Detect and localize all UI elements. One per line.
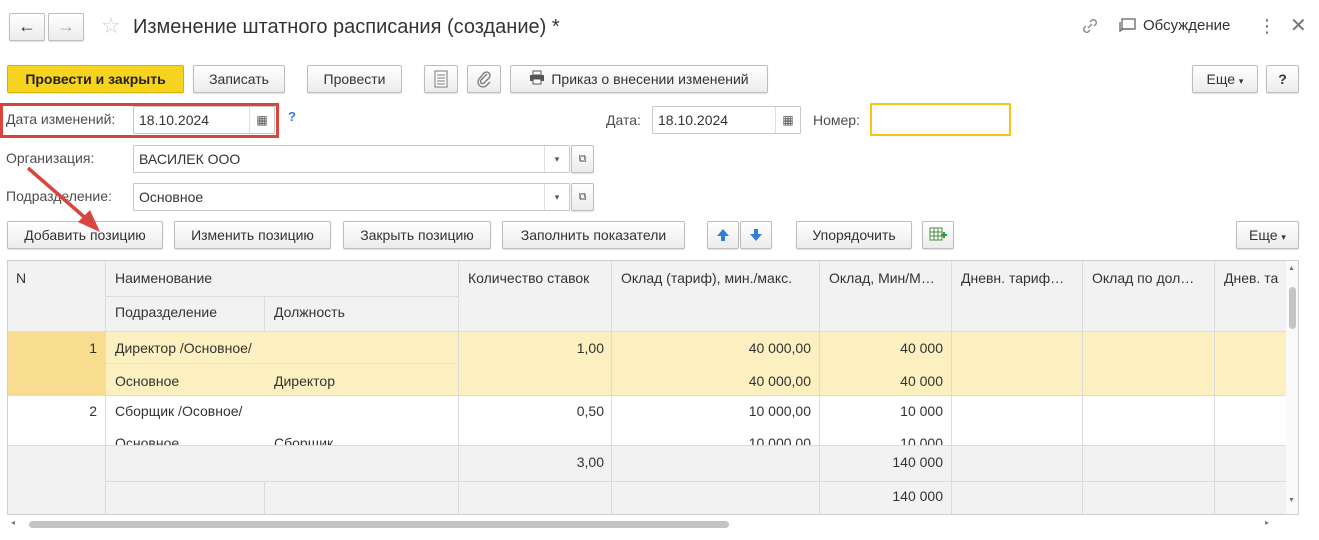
vertical-scrollbar[interactable]: ▲ ▼ — [1286, 261, 1298, 514]
row-2-name: Сборщик /Осовное/ — [115, 403, 243, 419]
table-more-label: Еще — [1249, 227, 1278, 243]
col-header-position[interactable]: Должность — [274, 302, 454, 322]
help-button[interactable]: ? — [1266, 65, 1299, 93]
calendar-icon[interactable]: ▦ — [775, 107, 800, 133]
printer-icon — [529, 67, 545, 93]
forward-button[interactable]: → — [48, 13, 84, 41]
arrow-down-icon — [750, 229, 762, 241]
col-header-daily-short[interactable]: Днев. та — [1224, 268, 1286, 288]
row-1-rates: 1,00 — [576, 340, 604, 356]
date-field[interactable]: 18.10.2024 ▦ — [652, 106, 801, 134]
table-add-icon — [929, 227, 947, 241]
table-footer — [8, 445, 1286, 514]
row-1-salary-max: 40 000,00 — [748, 340, 811, 356]
organization-field[interactable]: ВАСИЛЕК ООО ▾ — [133, 145, 570, 173]
row-2-number: 2 — [89, 403, 97, 419]
report-button[interactable] — [424, 65, 458, 93]
post-button[interactable]: Провести — [307, 65, 402, 93]
scroll-left-icon[interactable]: ◂ — [11, 518, 15, 527]
save-button[interactable]: Записать — [193, 65, 285, 93]
menu-dots-icon[interactable]: ⋮ — [1258, 14, 1276, 38]
dropdown-arrow-icon: ▾ — [1238, 76, 1244, 86]
discussion-icon[interactable] — [1118, 17, 1138, 35]
organization-value: ВАСИЛЕК ООО — [139, 151, 241, 167]
col-header-rates[interactable]: Количество ставок — [468, 268, 608, 288]
change-order-label: Приказ о внесении изменений — [551, 71, 749, 87]
col-header-salary-position[interactable]: Оклад по дол… — [1092, 268, 1210, 288]
close-position-button[interactable]: Закрыть позицию — [343, 221, 491, 249]
change-date-value: 18.10.2024 — [139, 112, 210, 128]
help-question-icon[interactable]: ? — [288, 109, 296, 124]
col-header-salary-mm[interactable]: Оклад, Мин/М… — [829, 268, 947, 288]
number-label: Номер: — [813, 112, 860, 128]
table-row[interactable]: 2 Сборщик /Осовное/ 0,50 10 000,00 10 00… — [8, 395, 1286, 445]
date-label: Дата: — [606, 112, 641, 128]
more-actions-button[interactable]: Еще ▾ — [1192, 65, 1258, 93]
table-settings-button[interactable] — [922, 221, 954, 249]
sort-button[interactable]: Упорядочить — [796, 221, 912, 249]
row-2-rates: 0,50 — [576, 403, 604, 419]
row-1-position: Директор — [274, 373, 335, 389]
edit-position-button[interactable]: Изменить позицию — [174, 221, 331, 249]
move-down-button[interactable] — [740, 221, 772, 249]
move-up-button[interactable] — [707, 221, 739, 249]
row-1-name: Директор /Основное/ — [115, 340, 252, 356]
footer-salary-total-1: 140 000 — [892, 454, 943, 470]
date-value: 18.10.2024 — [658, 112, 729, 128]
dropdown-arrow-icon[interactable]: ▾ — [544, 184, 569, 210]
horizontal-scrollbar[interactable]: ◂ ▸ — [7, 517, 1280, 531]
organization-open-button[interactable]: ⧉ — [571, 145, 594, 173]
change-order-button[interactable]: Приказ о внесении изменений — [510, 65, 768, 93]
scroll-up-icon[interactable]: ▲ — [1288, 265, 1295, 272]
dropdown-arrow-icon[interactable]: ▾ — [544, 146, 569, 172]
col-header-department[interactable]: Подразделение — [115, 302, 260, 322]
number-field[interactable] — [870, 103, 1011, 136]
row-1-number: 1 — [89, 340, 97, 356]
scroll-down-icon[interactable]: ▼ — [1288, 497, 1295, 504]
calendar-icon[interactable]: ▦ — [249, 107, 274, 133]
footer-rates-total: 3,00 — [576, 454, 604, 470]
attach-button[interactable] — [467, 65, 501, 93]
row-1-salary-mm-max: 40 000 — [900, 340, 943, 356]
row-1-salary-mm-min: 40 000 — [900, 373, 943, 389]
col-header-salary-minmax[interactable]: Оклад (тариф), мин./макс. — [621, 268, 816, 288]
row-2-salary-mm-min: 10 000 — [900, 435, 943, 445]
row-2-salary-max: 10 000,00 — [748, 403, 811, 419]
department-value: Основное — [139, 189, 204, 205]
col-header-daily-tariff[interactable]: Дневн. тариф… — [961, 268, 1078, 288]
change-date-field[interactable]: 18.10.2024 ▦ — [133, 106, 275, 134]
scroll-right-icon[interactable]: ▸ — [1265, 518, 1269, 527]
more-actions-label: Еще — [1206, 71, 1236, 87]
footer-salary-total-2: 140 000 — [892, 488, 943, 504]
page-title: Изменение штатного расписания (создание)… — [133, 16, 560, 38]
document-list-icon — [434, 70, 448, 88]
department-open-button[interactable]: ⧉ — [571, 183, 594, 211]
row-1-salary-min: 40 000,00 — [748, 373, 811, 389]
col-header-n[interactable]: N — [16, 268, 96, 288]
row-2-position: Сборщик — [274, 435, 334, 445]
arrow-up-icon — [717, 229, 729, 241]
row-2-salary-min: 10 000,00 — [748, 435, 811, 445]
discussion-link[interactable]: Обсуждение — [1143, 16, 1230, 36]
col-header-name[interactable]: Наименование — [115, 268, 445, 288]
post-and-close-button[interactable]: Провести и закрыть — [7, 65, 184, 93]
dropdown-arrow-icon: ▾ — [1281, 232, 1286, 242]
horizontal-scroll-thumb[interactable] — [29, 521, 729, 528]
link-icon[interactable] — [1080, 15, 1100, 37]
department-field[interactable]: Основное ▾ — [133, 183, 570, 211]
positions-table: N Наименование Подразделение Должность К… — [7, 260, 1299, 515]
row-2-salary-mm-max: 10 000 — [900, 403, 943, 419]
fill-indicators-button[interactable]: Заполнить показатели — [502, 221, 685, 249]
paperclip-icon — [477, 71, 491, 88]
change-date-label: Дата изменений: — [6, 111, 116, 127]
back-button[interactable]: ← — [9, 13, 45, 41]
table-more-button[interactable]: Еще ▾ — [1236, 221, 1299, 249]
row-1-department: Основное — [115, 373, 180, 389]
favorite-star-icon[interactable]: ☆ — [101, 13, 121, 39]
close-icon[interactable]: ✕ — [1290, 13, 1307, 39]
row-2-department: Основное — [115, 435, 180, 445]
annotation-arrow — [26, 166, 100, 232]
vertical-scroll-thumb[interactable] — [1289, 287, 1296, 329]
